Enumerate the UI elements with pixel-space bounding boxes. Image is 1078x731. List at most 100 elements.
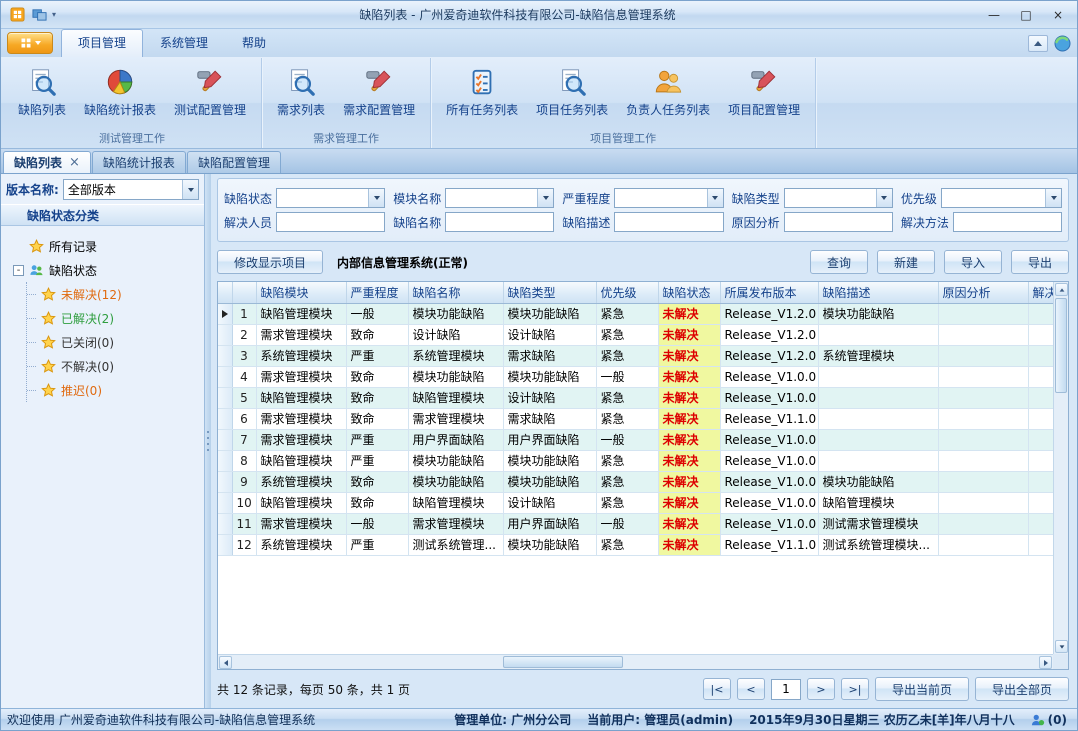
version-combobox[interactable]: 全部版本	[63, 179, 199, 200]
first-page-button[interactable]: |<	[703, 678, 731, 700]
column-header-release[interactable]: 所属发布版本	[720, 282, 818, 303]
horizontal-scrollbar[interactable]	[218, 654, 1053, 669]
ribbon-button-1-0[interactable]: 需求列表	[268, 61, 334, 131]
next-page-button[interactable]: >	[807, 678, 835, 700]
dropdown-button[interactable]	[876, 189, 892, 207]
close-tab-icon[interactable]: ×	[69, 156, 80, 169]
close-button[interactable]: ×	[1043, 5, 1073, 25]
cell-release: Release_V1.2.0	[720, 345, 818, 366]
filter-select-module[interactable]	[445, 188, 554, 208]
filter-select-status[interactable]	[276, 188, 385, 208]
column-header-module[interactable]: 缺陷模块	[256, 282, 346, 303]
tree-item-status-4[interactable]: 推迟(0)	[27, 378, 200, 402]
ribbon-button-0-0[interactable]: 缺陷列表	[9, 61, 75, 131]
collapse-icon[interactable]: -	[13, 265, 24, 276]
tree-item-status-0[interactable]: 未解决(12)	[27, 282, 200, 306]
maximize-button[interactable]: □	[1011, 5, 1041, 25]
ribbon-tab-2[interactable]: 帮助	[225, 29, 283, 57]
column-header-name[interactable]: 缺陷名称	[408, 282, 503, 303]
horizontal-scroll-thumb[interactable]	[503, 656, 623, 668]
import-button[interactable]: 导入	[944, 250, 1002, 274]
ribbon-button-2-2[interactable]: 负责人任务列表	[617, 61, 719, 131]
scroll-up-button[interactable]	[1055, 283, 1068, 296]
table-row[interactable]: 8缺陷管理模块严重模块功能缺陷模块功能缺陷紧急未解决Release_V1.0.0	[218, 450, 1053, 471]
column-header-status[interactable]: 缺陷状态	[658, 282, 720, 303]
dropdown-button[interactable]	[707, 189, 723, 207]
online-users[interactable]: (0)	[1031, 713, 1067, 727]
cell-release: Release_V1.0.0	[720, 387, 818, 408]
filter-input-desc[interactable]	[614, 212, 723, 232]
column-header-analysis[interactable]: 原因分析	[938, 282, 1028, 303]
filter-resolver: 解决人员	[224, 212, 385, 232]
tree-item-all-records[interactable]: 所有记录	[5, 234, 200, 258]
table-row[interactable]: 10缺陷管理模块致命缺陷管理模块设计缺陷紧急未解决Release_V1.0.0缺…	[218, 492, 1053, 513]
column-header-severity[interactable]: 严重程度	[346, 282, 408, 303]
filter-select-severity[interactable]	[614, 188, 723, 208]
table-row[interactable]: 3系统管理模块严重系统管理模块需求缺陷紧急未解决Release_V1.2.0系统…	[218, 345, 1053, 366]
page-number-input[interactable]	[771, 679, 801, 700]
ribbon-tab-0[interactable]: 项目管理	[61, 29, 143, 57]
dropdown-button[interactable]	[537, 189, 553, 207]
tree-item-status-2[interactable]: 已关闭(0)	[27, 330, 200, 354]
table-row[interactable]: 2需求管理模块致命设计缺陷设计缺陷紧急未解决Release_V1.2.0	[218, 324, 1053, 345]
table-row[interactable]: 11需求管理模块一般需求管理模块用户界面缺陷一般未解决Release_V1.0.…	[218, 513, 1053, 534]
table-row[interactable]: 6需求管理模块致命需求管理模块需求缺陷紧急未解决Release_V1.1.0	[218, 408, 1053, 429]
export-current-page-button[interactable]: 导出当前页	[875, 677, 969, 701]
cell-solution	[1028, 408, 1053, 429]
table-row[interactable]: 4需求管理模块致命模块功能缺陷模块功能缺陷一般未解决Release_V1.0.0	[218, 366, 1053, 387]
tree-item-status-3[interactable]: 不解决(0)	[27, 354, 200, 378]
document-tab-2[interactable]: 缺陷配置管理	[187, 151, 281, 173]
modify-columns-button[interactable]: 修改显示项目	[217, 250, 323, 274]
export-all-pages-button[interactable]: 导出全部页	[975, 677, 1069, 701]
document-tab-0[interactable]: 缺陷列表×	[3, 151, 91, 173]
filter-input-resolver[interactable]	[276, 212, 385, 232]
tree-item-status-1[interactable]: 已解决(2)	[27, 306, 200, 330]
ribbon-button-1-1[interactable]: 需求配置管理	[334, 61, 424, 131]
column-header-desc[interactable]: 缺陷描述	[818, 282, 938, 303]
dropdown-button[interactable]	[1045, 189, 1061, 207]
tree-item-defect-status[interactable]: -缺陷状态	[5, 258, 200, 282]
ribbon-button-2-1[interactable]: 项目任务列表	[527, 61, 617, 131]
column-header-solution[interactable]: 解决方法	[1028, 282, 1053, 303]
cell-desc: 模块功能缺陷	[818, 471, 938, 492]
table-row[interactable]: 9系统管理模块致命模块功能缺陷模块功能缺陷紧急未解决Release_V1.0.0…	[218, 471, 1053, 492]
filter-input-analysis[interactable]	[784, 212, 893, 232]
help-icon[interactable]	[1054, 35, 1071, 52]
collapse-ribbon-button[interactable]	[1028, 35, 1048, 52]
filter-select-type[interactable]	[784, 188, 893, 208]
last-page-button[interactable]: >|	[841, 678, 869, 700]
previous-page-button[interactable]: <	[737, 678, 765, 700]
scroll-down-button[interactable]	[1055, 640, 1068, 653]
minimize-button[interactable]: —	[979, 5, 1009, 25]
cell-module: 缺陷管理模块	[256, 387, 346, 408]
ribbon-tab-1[interactable]: 系统管理	[143, 29, 225, 57]
version-dropdown-button[interactable]	[182, 180, 198, 199]
table-row[interactable]: 1缺陷管理模块一般模块功能缺陷模块功能缺陷紧急未解决Release_V1.2.0…	[218, 303, 1053, 324]
query-button[interactable]: 查询	[810, 250, 868, 274]
cell-type: 模块功能缺陷	[503, 366, 596, 387]
filter-input-solution[interactable]	[953, 212, 1062, 232]
windows-layout-icon[interactable]	[30, 6, 48, 24]
vertical-scrollbar[interactable]	[1053, 282, 1068, 654]
export-button[interactable]: 导出	[1011, 250, 1069, 274]
dropdown-button[interactable]	[368, 189, 384, 207]
column-header-priority[interactable]: 优先级	[596, 282, 658, 303]
new-button[interactable]: 新建	[877, 250, 935, 274]
ribbon-button-2-0[interactable]: 所有任务列表	[437, 61, 527, 131]
app-grid-icon[interactable]	[8, 6, 26, 24]
table-row[interactable]: 12系统管理模块严重测试系统管理...模块功能缺陷紧急未解决Release_V1…	[218, 534, 1053, 555]
cell-priority: 一般	[596, 429, 658, 450]
ribbon-button-2-3[interactable]: 项目配置管理	[719, 61, 809, 131]
scroll-left-button[interactable]	[219, 656, 232, 669]
table-row[interactable]: 7需求管理模块严重用户界面缺陷用户界面缺陷一般未解决Release_V1.0.0	[218, 429, 1053, 450]
document-tab-1[interactable]: 缺陷统计报表	[92, 151, 186, 173]
filter-select-priority[interactable]	[941, 188, 1062, 208]
vertical-scroll-thumb[interactable]	[1055, 298, 1067, 393]
filter-input-name[interactable]	[445, 212, 554, 232]
table-row[interactable]: 5缺陷管理模块致命缺陷管理模块设计缺陷紧急未解决Release_V1.0.0	[218, 387, 1053, 408]
scroll-right-button[interactable]	[1039, 656, 1052, 669]
ribbon-button-0-2[interactable]: 测试配置管理	[165, 61, 255, 131]
application-menu-button[interactable]	[7, 32, 53, 54]
ribbon-button-0-1[interactable]: 缺陷统计报表	[75, 61, 165, 131]
column-header-type[interactable]: 缺陷类型	[503, 282, 596, 303]
